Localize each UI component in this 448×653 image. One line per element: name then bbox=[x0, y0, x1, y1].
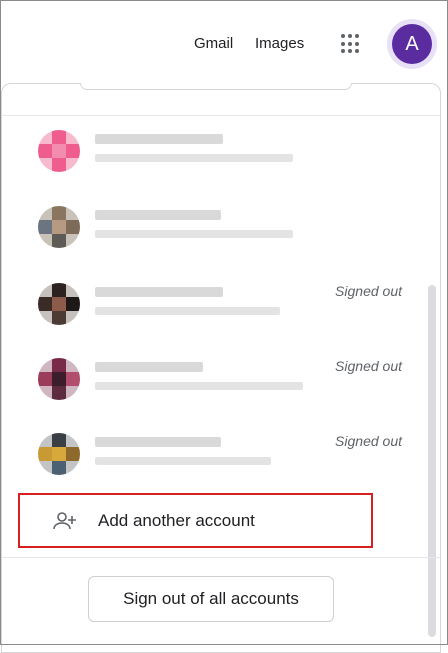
account-email-redacted bbox=[95, 230, 293, 238]
account-name-redacted bbox=[95, 437, 221, 447]
account-avatar bbox=[38, 130, 80, 172]
account-avatar-button[interactable]: A bbox=[387, 19, 437, 69]
account-email-redacted bbox=[95, 382, 303, 390]
account-status: Signed out bbox=[335, 358, 402, 374]
account-row[interactable]: Signed out bbox=[28, 273, 418, 333]
account-avatar bbox=[38, 283, 80, 325]
account-name-redacted bbox=[95, 134, 223, 144]
account-row[interactable] bbox=[28, 120, 418, 180]
divider bbox=[2, 115, 440, 116]
account-status: Signed out bbox=[335, 283, 402, 299]
account-name-redacted bbox=[95, 362, 203, 372]
account-status: Signed out bbox=[335, 433, 402, 449]
account-row[interactable] bbox=[28, 196, 418, 256]
add-another-account-button[interactable]: Add another account bbox=[18, 493, 373, 548]
gmail-link[interactable]: Gmail bbox=[194, 35, 233, 52]
account-email-redacted bbox=[95, 307, 280, 315]
account-avatar bbox=[38, 433, 80, 475]
account-avatar bbox=[38, 358, 80, 400]
manage-account-button-edge[interactable] bbox=[80, 83, 352, 90]
person-add-icon bbox=[53, 511, 76, 529]
account-row[interactable]: Signed out bbox=[28, 423, 418, 483]
account-name-redacted bbox=[95, 287, 223, 297]
account-name-redacted bbox=[95, 210, 221, 220]
images-link[interactable]: Images bbox=[255, 35, 304, 52]
scrollbar-thumb[interactable] bbox=[428, 285, 436, 637]
avatar: A bbox=[392, 24, 432, 64]
apps-grid-icon[interactable] bbox=[341, 34, 361, 54]
divider bbox=[2, 557, 440, 558]
account-avatar bbox=[38, 206, 80, 248]
account-email-redacted bbox=[95, 457, 271, 465]
add-account-label: Add another account bbox=[98, 510, 255, 530]
account-email-redacted bbox=[95, 154, 293, 162]
account-row[interactable]: Signed out bbox=[28, 348, 418, 408]
sign-out-all-button[interactable]: Sign out of all accounts bbox=[88, 576, 334, 622]
